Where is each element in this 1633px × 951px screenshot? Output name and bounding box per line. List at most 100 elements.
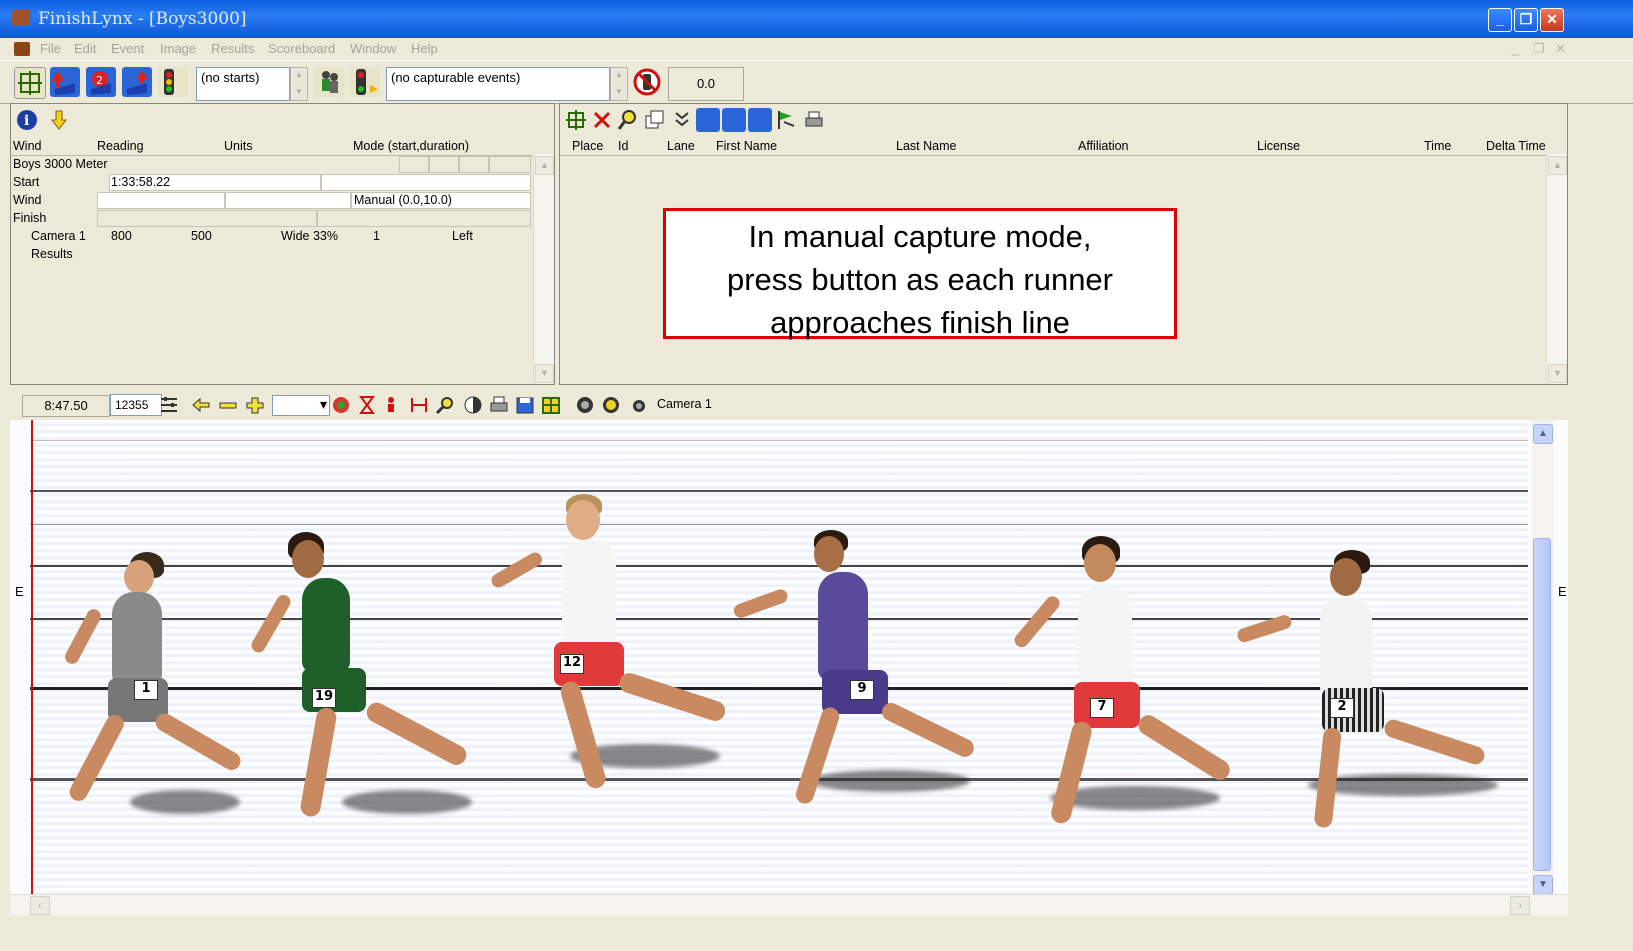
runner-3[interactable]: 12 [489, 494, 740, 814]
save-event-icon[interactable] [122, 67, 152, 97]
arrow-left-icon[interactable] [190, 395, 212, 415]
camera-row[interactable]: Camera 1 800 500 Wide 33% 1 Left [11, 228, 531, 246]
magnifier-icon[interactable] [434, 395, 456, 415]
col-license[interactable]: License [1257, 139, 1300, 153]
info-icon[interactable]: i [15, 108, 39, 132]
mdi-close-icon[interactable]: ✕ [1555, 41, 1566, 57]
capturable-events-combo[interactable]: (no capturable events) [386, 67, 610, 101]
settings-lines-icon[interactable] [158, 395, 180, 415]
col-lane[interactable]: Lane [667, 139, 695, 153]
scroll-down-icon[interactable]: ▼ [1533, 875, 1553, 894]
col-reading[interactable]: Reading [97, 139, 144, 153]
finish-row[interactable]: Finish [11, 210, 531, 228]
results-scrollbar[interactable]: ▲ ▼ [1546, 154, 1567, 384]
scroll-left-icon[interactable]: ‹ [30, 896, 50, 915]
col-delta-time[interactable]: Delta Time [1486, 139, 1546, 153]
frame-number-input[interactable]: 12355 [110, 394, 162, 416]
events-spinner[interactable] [610, 67, 628, 101]
finish-line-marker[interactable] [31, 420, 33, 894]
runner-1[interactable]: 1 [50, 540, 250, 840]
event-panel-scrollbar[interactable]: ▲ ▼ [533, 154, 554, 384]
close-button[interactable]: ✕ [1540, 8, 1564, 32]
person-icon[interactable] [382, 395, 404, 415]
camera-lens-icon-1[interactable] [574, 395, 596, 415]
col-id[interactable]: Id [618, 139, 628, 153]
event-2-icon[interactable]: 2 [86, 67, 116, 97]
zoom-out-icon[interactable] [217, 395, 239, 415]
finishlynx-app-icon[interactable] [12, 10, 30, 26]
camera-lens-icon-3[interactable] [628, 395, 650, 415]
restore-button[interactable]: ❐ [1514, 8, 1538, 32]
runner-4[interactable]: 9 [731, 530, 990, 830]
col-last-name[interactable]: Last Name [896, 139, 956, 153]
col-first-name[interactable]: First Name [716, 139, 777, 153]
flag-icon[interactable] [774, 108, 798, 132]
image-horizontal-scrollbar[interactable]: ‹ › [10, 894, 1568, 915]
event-name-row[interactable]: Boys 3000 Meter [11, 156, 531, 174]
capture-grid-icon[interactable] [14, 67, 46, 99]
hourglass-icon[interactable] [356, 395, 378, 415]
col-mode[interactable]: Mode (start,duration) [353, 139, 469, 153]
sort-icon[interactable] [670, 108, 694, 132]
grid-capture-icon[interactable] [564, 108, 588, 132]
col-place[interactable]: Place [572, 139, 603, 153]
zoom-in-icon[interactable] [244, 395, 266, 415]
no-capture-icon[interactable] [632, 67, 662, 97]
contrast-icon[interactable] [462, 395, 484, 415]
grid-icon[interactable] [540, 395, 562, 415]
scroll-down-icon[interactable]: ▼ [1548, 364, 1567, 383]
results-row[interactable]: Results [11, 246, 531, 264]
scroll-down-icon[interactable]: ▼ [535, 364, 554, 383]
delete-icon[interactable] [590, 108, 614, 132]
open-event-icon[interactable] [50, 67, 80, 97]
scrollbar-thumb[interactable] [1533, 538, 1551, 871]
col-wind[interactable]: Wind [13, 139, 41, 153]
measure-icon[interactable] [408, 395, 430, 415]
capture-light-icon[interactable] [350, 67, 380, 97]
menu-scoreboard[interactable]: Scoreboard [268, 41, 335, 56]
svg-text:2: 2 [96, 74, 103, 87]
document-icon[interactable] [14, 42, 30, 56]
scroll-right-icon[interactable]: › [1510, 896, 1530, 915]
runner-2[interactable]: 19 [248, 532, 482, 852]
arrow-down-icon[interactable] [47, 108, 71, 132]
runners-icon[interactable] [314, 67, 344, 97]
scroll-up-icon[interactable]: ▲ [1533, 424, 1553, 444]
wind-row[interactable]: Wind Manual (0.0,10.0) [11, 192, 531, 210]
menu-file[interactable]: File [40, 41, 61, 56]
menu-event[interactable]: Event [111, 41, 144, 56]
col-units[interactable]: Units [224, 139, 252, 153]
photo-finish-image[interactable]: E E 1 19 12 9 7 2 ▲ ▼ [10, 420, 1568, 894]
color-balance-icon[interactable] [330, 395, 352, 415]
scroll-up-icon[interactable]: ▲ [535, 156, 554, 175]
start-light-icon[interactable] [158, 67, 188, 97]
print-icon[interactable] [802, 108, 826, 132]
windows-icon[interactable] [642, 108, 666, 132]
scroll-up-icon[interactable]: ▲ [1548, 156, 1567, 175]
menu-edit[interactable]: Edit [74, 41, 96, 56]
edit-result-icon[interactable] [722, 108, 746, 132]
minimize-button[interactable]: _ [1488, 8, 1512, 32]
runner-5[interactable]: 7 [1011, 536, 1240, 846]
wind-reading-cell[interactable] [97, 192, 225, 209]
export-icon[interactable] [748, 108, 772, 132]
starts-spinner[interactable] [290, 67, 308, 101]
menu-image[interactable]: Image [160, 41, 196, 56]
print-image-icon[interactable] [488, 395, 510, 415]
zoom-icon[interactable] [616, 108, 640, 132]
start-row[interactable]: Start 1:33:58.22 [11, 174, 531, 192]
menu-window[interactable]: Window [350, 41, 396, 56]
col-affiliation[interactable]: Affiliation [1078, 139, 1129, 153]
runner-6[interactable]: 2 [1235, 550, 1508, 860]
mdi-restore-icon[interactable]: ❐ [1533, 41, 1545, 57]
wind-units-cell[interactable] [225, 192, 351, 209]
save-image-icon[interactable] [514, 395, 536, 415]
import-icon[interactable] [696, 108, 720, 132]
starts-combo[interactable]: (no starts) [196, 67, 290, 101]
camera-lens-icon-2[interactable] [600, 395, 622, 415]
menu-help[interactable]: Help [411, 41, 438, 56]
col-time[interactable]: Time [1424, 139, 1451, 153]
menu-results[interactable]: Results [211, 41, 254, 56]
mdi-minimize-icon[interactable]: _ [1512, 41, 1519, 56]
zoom-dropdown[interactable] [272, 395, 330, 416]
